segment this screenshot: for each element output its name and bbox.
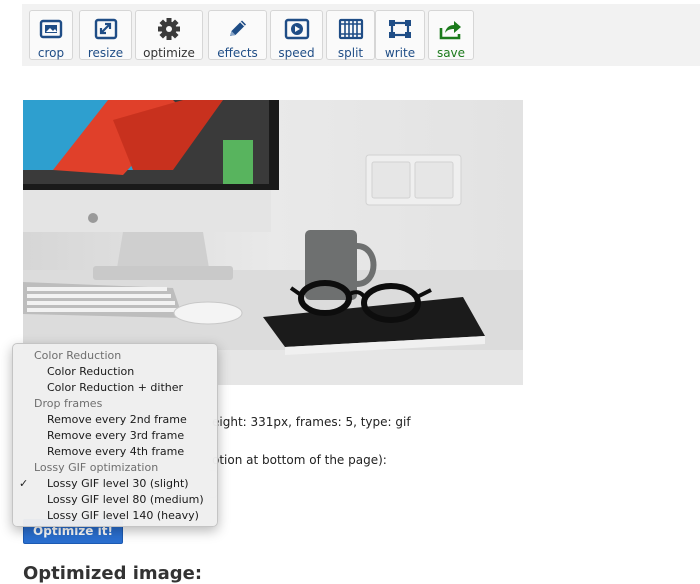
checkmark-icon: ✓ bbox=[19, 477, 29, 490]
dropdown-option-label: Lossy GIF level 30 (slight) bbox=[47, 477, 189, 490]
optimized-image-heading: Optimized image: bbox=[23, 563, 203, 584]
crop-button[interactable]: crop bbox=[29, 10, 73, 60]
dropdown-option[interactable]: Color Reduction bbox=[13, 364, 217, 380]
dropdown-option[interactable]: Remove every 2nd frame bbox=[13, 412, 217, 428]
dropdown-option[interactable]: Lossy GIF level 80 (medium) bbox=[13, 492, 217, 508]
dropdown-option[interactable]: Color Reduction + dither bbox=[13, 380, 217, 396]
method-label: otion at bottom of the page): bbox=[212, 453, 387, 467]
save-label: save bbox=[436, 46, 466, 60]
effects-label: effects bbox=[217, 46, 258, 60]
dropdown-option[interactable]: Lossy GIF level 140 (heavy) bbox=[13, 508, 217, 524]
dropdown-option-label: Color Reduction + dither bbox=[47, 381, 184, 394]
dropdown-option-label: Lossy GIF level 140 (heavy) bbox=[47, 509, 199, 522]
dropdown-option-label: Color Reduction bbox=[47, 365, 135, 378]
write-button[interactable]: write bbox=[375, 10, 425, 60]
dropdown-option-label: Remove every 4th frame bbox=[47, 445, 185, 458]
dropdown-option-label: Lossy GIF level 80 (medium) bbox=[47, 493, 204, 506]
speed-button[interactable]: speed bbox=[270, 10, 323, 60]
resize-icon bbox=[93, 17, 119, 41]
text-frame-icon bbox=[387, 17, 413, 41]
film-strip-icon bbox=[338, 17, 364, 41]
editor-toolbar: crop resize optimize effects speed split… bbox=[22, 4, 700, 66]
speed-label: speed bbox=[278, 46, 315, 60]
dropdown-option-label: Remove every 2nd frame bbox=[47, 413, 187, 426]
resize-label: resize bbox=[87, 46, 124, 60]
speed-icon bbox=[284, 17, 310, 41]
optimization-method-dropdown[interactable]: Color Reduction Color Reduction Color Re… bbox=[12, 343, 218, 527]
split-button[interactable]: split bbox=[326, 10, 375, 60]
dropdown-option[interactable]: Remove every 4th frame bbox=[13, 444, 217, 460]
dropdown-group-color-reduction: Color Reduction bbox=[34, 349, 122, 362]
dropdown-option-selected[interactable]: ✓ Lossy GIF level 30 (slight) bbox=[13, 476, 217, 492]
image-info-text: eight: 331px, frames: 5, type: gif bbox=[212, 415, 411, 429]
pencil-icon bbox=[225, 17, 251, 41]
resize-button[interactable]: resize bbox=[79, 10, 132, 60]
optimize-tool-button[interactable]: optimize bbox=[135, 10, 203, 60]
optimize-tool-label: optimize bbox=[143, 46, 195, 60]
save-button[interactable]: save bbox=[428, 10, 474, 60]
dropdown-option-label: Remove every 3rd frame bbox=[47, 429, 185, 442]
dropdown-group-lossy-gif: Lossy GIF optimization bbox=[34, 461, 159, 474]
write-label: write bbox=[384, 46, 416, 60]
split-label: split bbox=[337, 46, 364, 60]
gear-icon bbox=[156, 17, 182, 41]
share-arrow-icon bbox=[438, 17, 464, 41]
effects-button[interactable]: effects bbox=[208, 10, 267, 60]
dropdown-option[interactable]: Remove every 3rd frame bbox=[13, 428, 217, 444]
crop-label: crop bbox=[37, 46, 65, 60]
crop-icon bbox=[38, 17, 64, 41]
dropdown-group-drop-frames: Drop frames bbox=[34, 397, 103, 410]
